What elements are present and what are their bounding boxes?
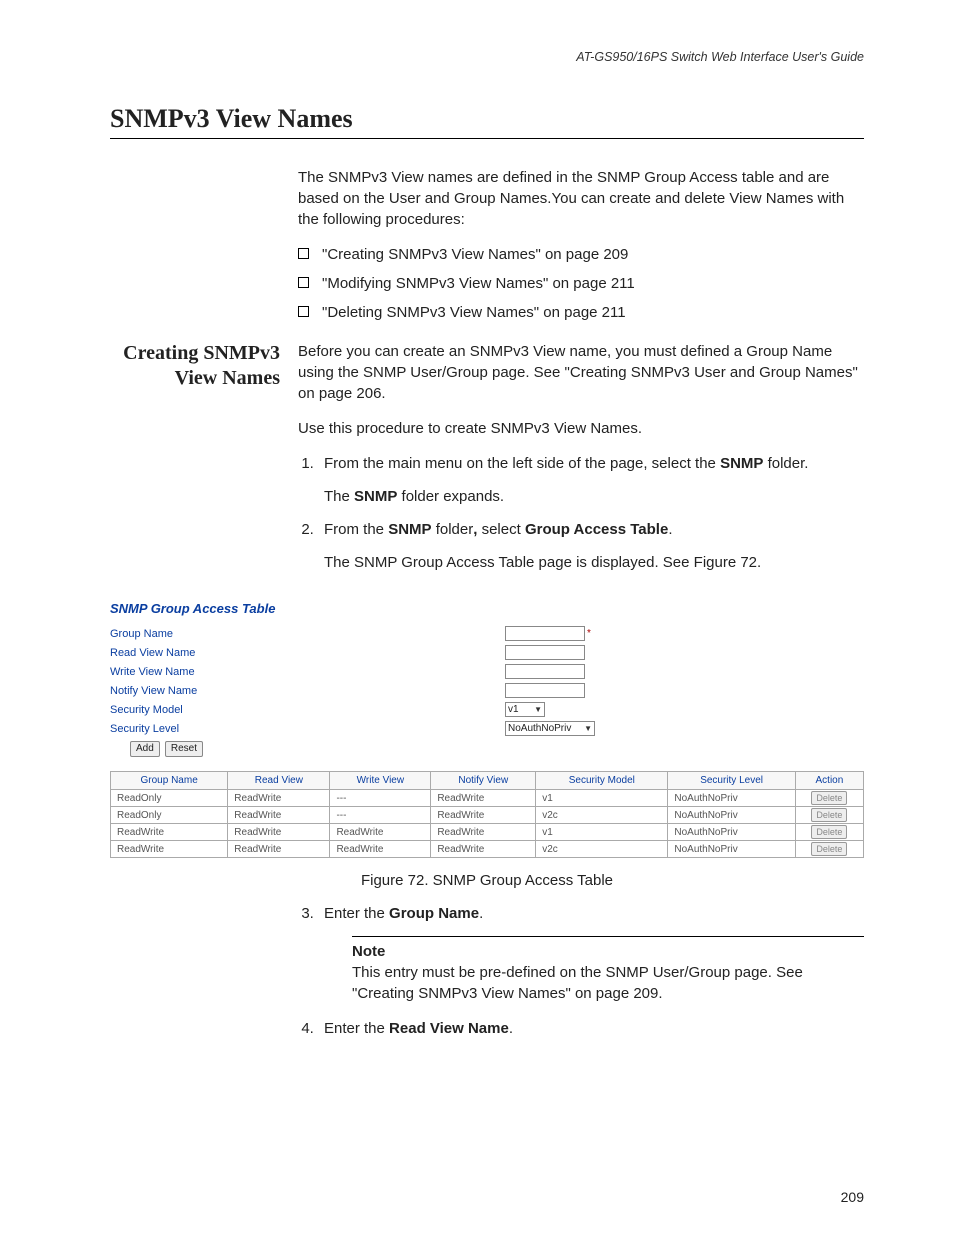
table-cell: ReadWrite xyxy=(228,824,330,841)
input-notify-view[interactable] xyxy=(505,683,585,698)
chevron-down-icon: ▼ xyxy=(534,705,542,714)
table-cell: ReadWrite xyxy=(431,790,536,807)
th-read-view: Read View xyxy=(228,772,330,790)
delete-button[interactable]: Delete xyxy=(811,825,847,839)
label-security-model: Security Model xyxy=(110,704,505,716)
figure-panel-title: SNMP Group Access Table xyxy=(110,601,864,616)
table-cell: ReadWrite xyxy=(111,841,228,858)
table-cell: ReadOnly xyxy=(111,807,228,824)
table-cell: --- xyxy=(330,790,431,807)
table-cell: v2c xyxy=(536,807,668,824)
toc-item[interactable]: "Creating SNMPv3 View Names" on page 209 xyxy=(298,244,864,265)
section-title: SNMPv3 View Names xyxy=(110,104,864,134)
table-cell: v1 xyxy=(536,790,668,807)
table-cell: v2c xyxy=(536,841,668,858)
table-cell: v1 xyxy=(536,824,668,841)
step-2: From the SNMP folder, select Group Acces… xyxy=(318,519,864,573)
add-button[interactable]: Add xyxy=(130,741,160,757)
table-cell: NoAuthNoPriv xyxy=(668,824,795,841)
subsection-intro-2: Use this procedure to create SNMPv3 View… xyxy=(298,418,864,439)
note-body: This entry must be pre-defined on the SN… xyxy=(352,962,864,1004)
page-number: 209 xyxy=(841,1189,864,1205)
table-cell-action: Delete xyxy=(795,790,863,807)
step-4: Enter the Read View Name. xyxy=(318,1018,864,1039)
figure-72: SNMP Group Access Table Group Name * Rea… xyxy=(110,601,864,858)
procedure-steps-cont: Enter the Group Name. Note This entry mu… xyxy=(298,903,864,1039)
th-write-view: Write View xyxy=(330,772,431,790)
step-3: Enter the Group Name. Note This entry mu… xyxy=(318,903,864,1004)
table-cell: ReadWrite xyxy=(228,790,330,807)
figure-caption: Figure 72. SNMP Group Access Table xyxy=(110,872,864,889)
table-cell: ReadWrite xyxy=(431,841,536,858)
select-security-level[interactable]: NoAuthNoPriv▼ xyxy=(505,721,595,736)
table-cell: ReadWrite xyxy=(330,824,431,841)
delete-button[interactable]: Delete xyxy=(811,808,847,822)
table-cell: ReadWrite xyxy=(228,807,330,824)
table-cell: NoAuthNoPriv xyxy=(668,790,795,807)
th-notify-view: Notify View xyxy=(431,772,536,790)
toc-item[interactable]: "Deleting SNMPv3 View Names" on page 211 xyxy=(298,302,864,323)
table-row: ReadOnlyReadWrite---ReadWritev2cNoAuthNo… xyxy=(111,807,864,824)
intro-paragraph: The SNMPv3 View names are defined in the… xyxy=(298,167,864,230)
delete-button[interactable]: Delete xyxy=(811,842,847,856)
note-block: Note This entry must be pre-defined on t… xyxy=(352,936,864,1004)
table-cell-action: Delete xyxy=(795,841,863,858)
label-security-level: Security Level xyxy=(110,723,505,735)
th-security-model: Security Model xyxy=(536,772,668,790)
table-cell: ReadWrite xyxy=(431,807,536,824)
table-row: ReadWriteReadWriteReadWriteReadWritev2cN… xyxy=(111,841,864,858)
input-write-view[interactable] xyxy=(505,664,585,679)
reset-button[interactable]: Reset xyxy=(165,741,203,757)
table-cell: ReadOnly xyxy=(111,790,228,807)
required-star: * xyxy=(587,628,591,639)
chevron-down-icon: ▼ xyxy=(584,724,592,733)
label-notify-view: Notify View Name xyxy=(110,685,505,697)
select-security-model[interactable]: v1▼ xyxy=(505,702,545,717)
running-head: AT-GS950/16PS Switch Web Interface User'… xyxy=(110,50,864,64)
th-security-level: Security Level xyxy=(668,772,795,790)
th-action: Action xyxy=(795,772,863,790)
th-group-name: Group Name xyxy=(111,772,228,790)
table-cell: NoAuthNoPriv xyxy=(668,807,795,824)
step-1: From the main menu on the left side of t… xyxy=(318,453,864,507)
label-read-view: Read View Name xyxy=(110,647,505,659)
table-cell: NoAuthNoPriv xyxy=(668,841,795,858)
procedure-steps: From the main menu on the left side of t… xyxy=(298,453,864,573)
table-cell-action: Delete xyxy=(795,807,863,824)
table-row: ReadWriteReadWriteReadWriteReadWritev1No… xyxy=(111,824,864,841)
toc-list: "Creating SNMPv3 View Names" on page 209… xyxy=(298,244,864,323)
table-cell: --- xyxy=(330,807,431,824)
input-group-name[interactable] xyxy=(505,626,585,641)
label-group-name: Group Name xyxy=(110,628,505,640)
delete-button[interactable]: Delete xyxy=(811,791,847,805)
input-read-view[interactable] xyxy=(505,645,585,660)
table-cell: ReadWrite xyxy=(431,824,536,841)
toc-item[interactable]: "Modifying SNMPv3 View Names" on page 21… xyxy=(298,273,864,294)
label-write-view: Write View Name xyxy=(110,666,505,678)
subsection-heading: Creating SNMPv3 View Names xyxy=(110,341,280,391)
table-cell-action: Delete xyxy=(795,824,863,841)
note-label: Note xyxy=(352,941,864,962)
table-cell: ReadWrite xyxy=(330,841,431,858)
table-row: ReadOnlyReadWrite---ReadWritev1NoAuthNoP… xyxy=(111,790,864,807)
table-cell: ReadWrite xyxy=(228,841,330,858)
table-cell: ReadWrite xyxy=(111,824,228,841)
subsection-intro-1: Before you can create an SNMPv3 View nam… xyxy=(298,341,864,404)
title-rule xyxy=(110,138,864,139)
group-access-table: Group Name Read View Write View Notify V… xyxy=(110,771,864,858)
